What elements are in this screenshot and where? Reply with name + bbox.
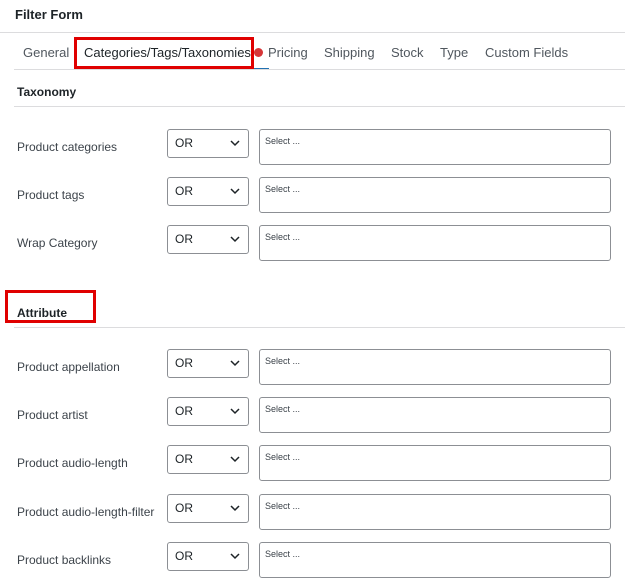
taxonomy-divider bbox=[14, 106, 625, 107]
operator-select[interactable]: OR bbox=[167, 349, 249, 378]
row-label: Product backlinks bbox=[17, 553, 112, 567]
operator-select[interactable]: OR bbox=[167, 445, 249, 474]
select-placeholder: Select ... bbox=[265, 356, 301, 366]
select-placeholder: Select ... bbox=[265, 452, 301, 462]
filter-row-wrap-category: Wrap Category OR Select ... bbox=[0, 225, 625, 261]
chevron-down-icon bbox=[230, 553, 240, 560]
chevron-down-icon bbox=[230, 505, 240, 512]
panel-title: Filter Form bbox=[15, 7, 83, 22]
operator-select[interactable]: OR bbox=[167, 129, 249, 158]
select-placeholder: Select ... bbox=[265, 184, 301, 194]
tabs-divider bbox=[14, 69, 625, 70]
select-placeholder: Select ... bbox=[265, 136, 301, 146]
chevron-down-icon bbox=[230, 456, 240, 463]
chevron-down-icon bbox=[230, 236, 240, 243]
unsaved-dot-icon bbox=[253, 48, 263, 57]
values-select[interactable]: Select ... bbox=[259, 349, 611, 385]
values-select[interactable]: Select ... bbox=[259, 397, 611, 433]
filter-row-product-audio-length: Product audio-length OR Select ... bbox=[0, 445, 625, 481]
row-label: Product categories bbox=[17, 140, 118, 154]
attribute-heading: Attribute bbox=[17, 306, 67, 320]
tab-categories-tags-taxonomies[interactable]: Categories/Tags/Taxonomies bbox=[78, 38, 269, 70]
tab-type[interactable]: Type bbox=[440, 38, 468, 69]
select-placeholder: Select ... bbox=[265, 549, 301, 559]
tab-pricing[interactable]: Pricing bbox=[268, 38, 308, 69]
operator-value: OR bbox=[175, 136, 193, 150]
filter-row-product-artist: Product artist OR Select ... bbox=[0, 397, 625, 433]
row-label: Product appellation bbox=[17, 360, 120, 374]
chevron-down-icon bbox=[230, 408, 240, 415]
tab-label: Pricing bbox=[268, 45, 308, 60]
values-select[interactable]: Select ... bbox=[259, 445, 611, 481]
chevron-down-icon bbox=[230, 188, 240, 195]
values-select[interactable]: Select ... bbox=[259, 494, 611, 530]
filter-row-product-backlinks: Product backlinks OR Select ... bbox=[0, 542, 625, 578]
tab-label: Shipping bbox=[324, 45, 375, 60]
attribute-divider bbox=[14, 327, 625, 328]
operator-select[interactable]: OR bbox=[167, 225, 249, 254]
values-select[interactable]: Select ... bbox=[259, 129, 611, 165]
select-placeholder: Select ... bbox=[265, 501, 301, 511]
operator-select[interactable]: OR bbox=[167, 494, 249, 523]
tab-label: General bbox=[23, 45, 70, 60]
row-label: Product audio-length-filter bbox=[17, 505, 155, 519]
title-divider bbox=[0, 32, 625, 33]
operator-value: OR bbox=[175, 404, 193, 418]
filter-row-product-tags: Product tags OR Select ... bbox=[0, 177, 625, 213]
operator-value: OR bbox=[175, 501, 193, 515]
tab-general[interactable]: General bbox=[23, 38, 69, 69]
select-placeholder: Select ... bbox=[265, 404, 301, 414]
select-placeholder: Select ... bbox=[265, 232, 301, 242]
row-label: Product audio-length bbox=[17, 456, 128, 470]
operator-value: OR bbox=[175, 356, 193, 370]
values-select[interactable]: Select ... bbox=[259, 225, 611, 261]
filter-row-product-audio-length-filter: Product audio-length-filter OR Select ..… bbox=[0, 494, 625, 530]
filter-row-product-appellation: Product appellation OR Select ... bbox=[0, 349, 625, 385]
operator-select[interactable]: OR bbox=[167, 397, 249, 426]
taxonomy-heading: Taxonomy bbox=[17, 85, 77, 99]
tab-shipping[interactable]: Shipping bbox=[324, 38, 375, 69]
row-label: Product artist bbox=[17, 408, 88, 422]
chevron-down-icon bbox=[230, 360, 240, 367]
operator-value: OR bbox=[175, 184, 193, 198]
tab-label: Stock bbox=[391, 45, 424, 60]
filter-row-product-categories: Product categories OR Select ... bbox=[0, 129, 625, 165]
chevron-down-icon bbox=[230, 140, 240, 147]
tab-stock[interactable]: Stock bbox=[391, 38, 424, 69]
tab-custom-fields[interactable]: Custom Fields bbox=[485, 38, 568, 69]
tab-label: Categories/Tags/Taxonomies bbox=[84, 45, 251, 60]
operator-select[interactable]: OR bbox=[167, 542, 249, 571]
tab-label: Type bbox=[440, 45, 469, 60]
operator-select[interactable]: OR bbox=[167, 177, 249, 206]
row-label: Product tags bbox=[17, 188, 85, 202]
operator-value: OR bbox=[175, 549, 193, 563]
operator-value: OR bbox=[175, 232, 193, 246]
values-select[interactable]: Select ... bbox=[259, 542, 611, 578]
tab-label: Custom Fields bbox=[485, 45, 569, 60]
values-select[interactable]: Select ... bbox=[259, 177, 611, 213]
operator-value: OR bbox=[175, 452, 193, 466]
row-label: Wrap Category bbox=[17, 236, 98, 250]
